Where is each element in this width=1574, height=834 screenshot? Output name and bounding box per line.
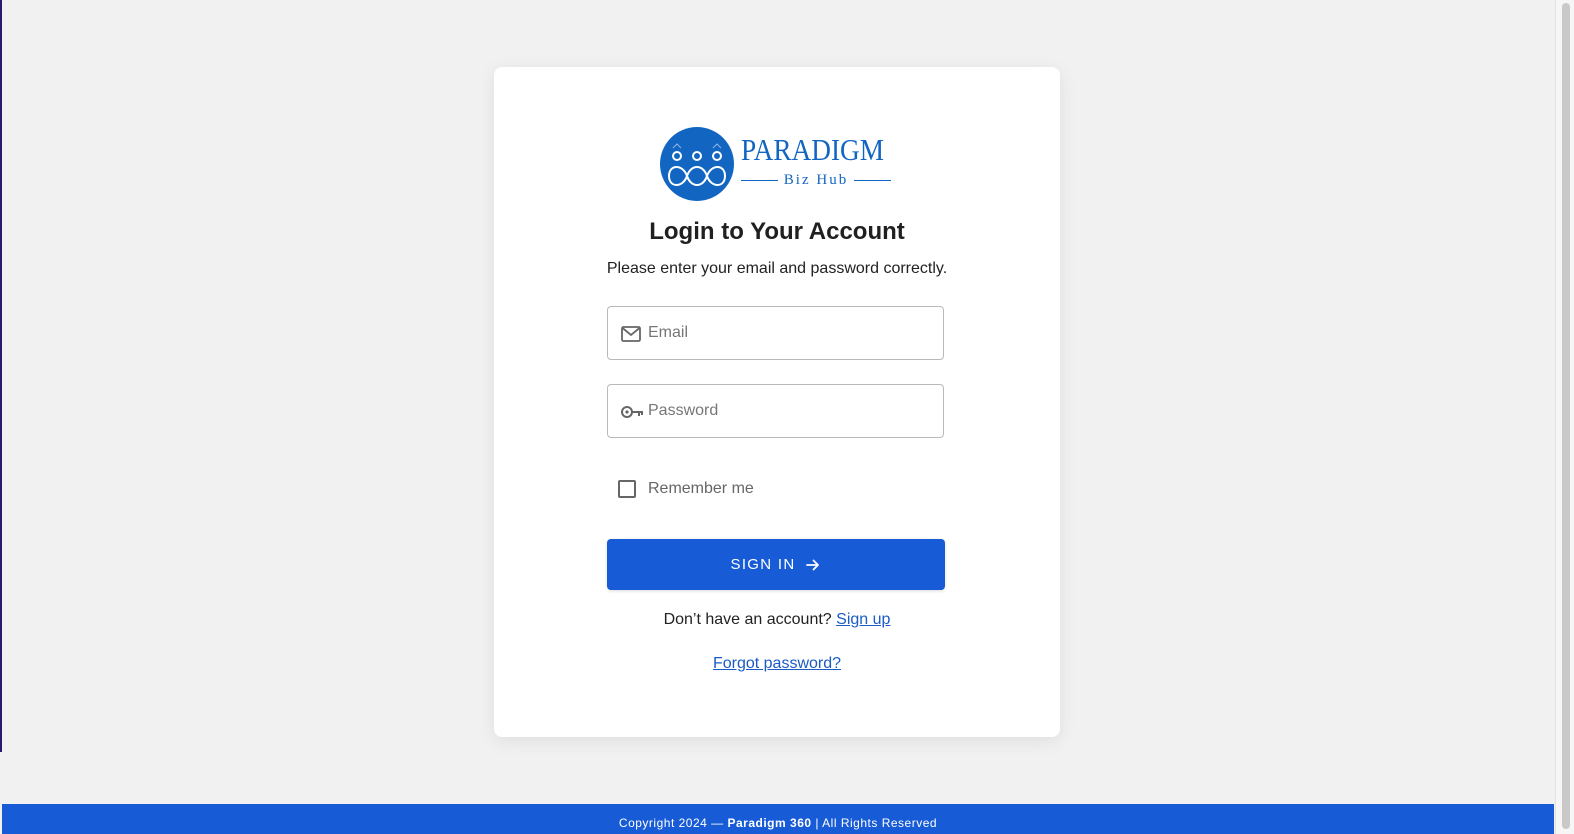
remember-me-toggle[interactable]: Remember me (618, 479, 754, 499)
vertical-scrollbar[interactable] (1555, 0, 1574, 834)
login-card: PARADIGM Biz Hub Login to Your Account P… (494, 67, 1060, 737)
page-subtitle: Please enter your email and password cor… (606, 260, 948, 277)
remember-me-label: Remember me (648, 480, 754, 497)
logo-emblem-icon (660, 127, 734, 201)
footer: Copyright 2024 — Paradigm 360 | All Righ… (2, 804, 1554, 834)
sign-up-link[interactable]: Sign up (836, 611, 890, 628)
logo-wordmark: PARADIGM (741, 132, 885, 167)
sign-in-label: SIGN IN (730, 556, 796, 573)
password-input[interactable] (648, 385, 933, 437)
mail-icon (621, 326, 641, 342)
email-input[interactable] (648, 307, 933, 359)
logo-subtitle-text: Biz Hub (783, 171, 849, 188)
signup-prompt: Don’t have an account? Sign up (494, 611, 1060, 629)
logo-subtitle: Biz Hub (741, 170, 892, 190)
paradigm-logo: PARADIGM Biz Hub (659, 126, 899, 202)
forgot-password-row: Forgot password? (494, 655, 1060, 673)
password-field[interactable] (607, 384, 944, 438)
key-icon (621, 406, 643, 418)
forgot-password-link[interactable]: Forgot password? (713, 655, 841, 672)
remember-me-checkbox[interactable] (618, 480, 636, 498)
no-account-text: Don’t have an account? (663, 611, 832, 628)
scrollbar-thumb[interactable] (1562, 3, 1570, 829)
sign-in-button[interactable]: SIGN IN (607, 539, 945, 590)
footer-copyright: Copyright 2024 — (618, 816, 724, 830)
window-edge (0, 0, 2, 752)
footer-rights: | All Rights Reserved (815, 816, 938, 830)
footer-brand: Paradigm 360 (727, 816, 812, 830)
email-field[interactable] (607, 306, 944, 360)
page-title: Login to Your Account (649, 218, 905, 245)
arrow-right-icon (806, 559, 820, 570)
